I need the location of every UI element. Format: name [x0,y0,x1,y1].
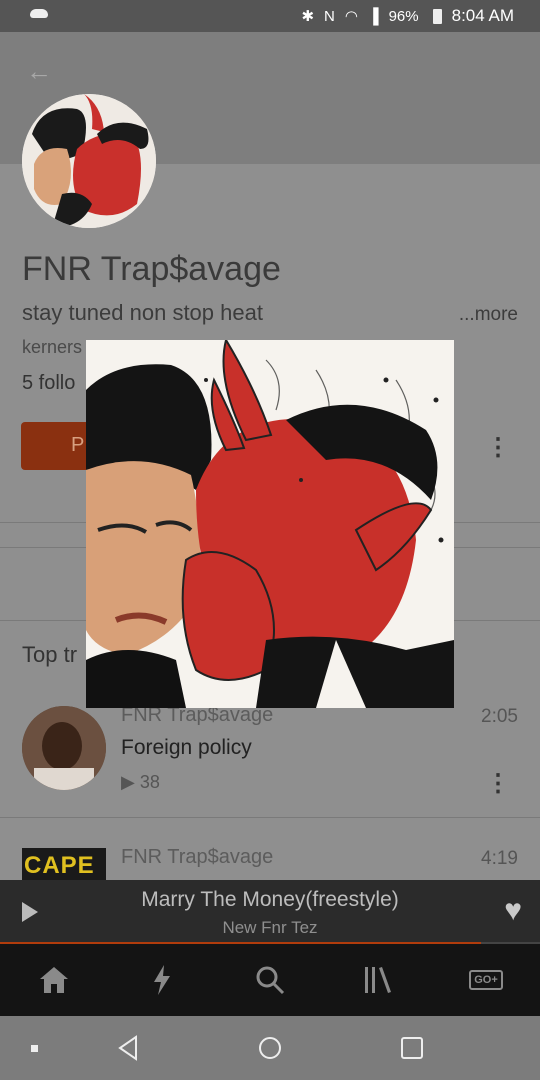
nav-go-plus[interactable]: GO+ [432,944,540,1016]
lightning-icon [154,965,170,995]
cloud-icon [30,9,48,18]
bluetooth-icon: ✱ [301,8,315,25]
play-count-icon: ▶ [121,772,140,792]
followers-count[interactable]: 5 follo [22,372,75,395]
track-artist: FNR Trap$avage [121,846,274,868]
play-count: 38 [139,772,160,792]
nfc-icon: N [324,7,335,25]
battery-icon [432,8,442,24]
track-overflow-menu-icon[interactable]: ⋮ [486,772,510,796]
system-back-icon[interactable] [108,1016,148,1080]
heart-icon[interactable]: ♥ [504,894,522,928]
home-icon [40,967,68,993]
status-bar: ✱ N ◠ ▐ 96% 8:04 AM [0,0,540,32]
system-recents-icon[interactable] [392,1016,432,1080]
nav-search[interactable] [216,944,324,1016]
track-title: Foreign policy [121,736,252,759]
status-icons: ✱ N ◠ ▐ 96% [301,7,442,25]
profile-overflow-menu-icon[interactable]: ⋮ [486,436,510,460]
search-icon [256,966,285,995]
nav-stream[interactable] [108,944,216,1016]
go-plus-icon: GO+ [469,970,503,990]
nav-library[interactable] [324,944,432,1016]
track-row[interactable]: FNR Trap$avage Foreign policy ▶ 38 2:05 … [0,704,540,826]
nav-home[interactable] [0,944,108,1016]
artwork-popup[interactable] [86,340,454,708]
mini-player-title[interactable]: Marry The Money(freestyle) [0,888,540,912]
battery-percent: 96% [388,7,419,25]
art-text: CAPE [24,852,95,879]
more-link[interactable]: ...more [459,304,518,326]
top-tracks-heading: Top tr [22,642,78,667]
mini-player[interactable]: Marry The Money(freestyle) New Fnr Tez ♥ [0,880,540,944]
profile-bio: stay tuned non stop heat [22,300,263,325]
profile-name: FNR Trap$avage [22,250,281,288]
track-plays: ▶ 38 [121,772,160,793]
profile-avatar[interactable] [22,94,156,228]
library-icon [365,967,391,993]
profile-location: kerners [22,337,83,357]
track-duration: 2:05 [481,706,518,727]
track-duration: 4:19 [481,848,518,869]
wifi-icon: ◠ [344,8,358,25]
artwork-image [86,340,454,708]
system-home-icon[interactable] [250,1016,290,1080]
signal-icon: ▐ [367,7,379,25]
clock: 8:04 AM [451,6,514,25]
bottom-nav: GO+ [0,944,540,1016]
mini-player-artist[interactable]: New Fnr Tez [0,918,540,938]
track-artwork [22,706,106,790]
system-nav-bar [0,1016,540,1080]
system-dot-icon[interactable] [28,1016,40,1080]
divider [0,817,540,818]
back-arrow-icon[interactable]: ← [26,56,52,87]
track-artwork: CAPE [22,848,106,880]
